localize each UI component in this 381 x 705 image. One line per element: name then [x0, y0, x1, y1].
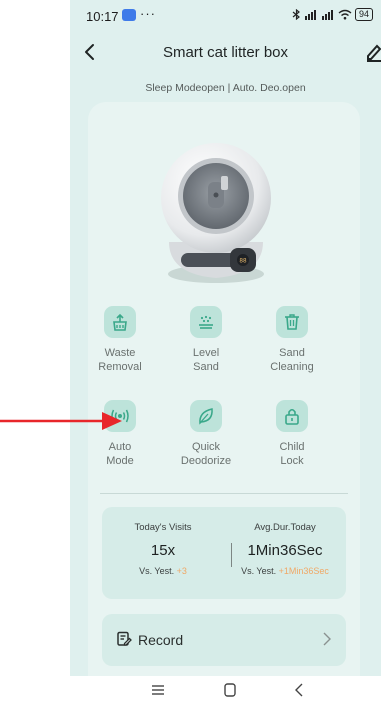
record-icon: [117, 631, 132, 646]
trash-icon: [276, 306, 308, 338]
menu-icon[interactable]: [149, 682, 167, 698]
record-row[interactable]: Record: [102, 614, 346, 666]
battery-indicator: 94: [354, 8, 373, 21]
child-lock-button[interactable]: Child Lock: [247, 400, 337, 468]
avg-duration-compare: Vs. Yest. +1Min36Sec: [241, 566, 329, 576]
section-divider: [100, 493, 348, 494]
page-title: Smart cat litter box: [162, 44, 289, 61]
record-label: Record: [138, 632, 184, 648]
annotation-arrow-icon: [0, 412, 122, 430]
visit-stats-panel: Today's Visits 15x Vs. Yest. +3 Avg.Dur.…: [102, 507, 346, 599]
avg-duration-stat: Avg.Dur.Today 1Min36Sec Vs. Yest. +1Min3…: [224, 507, 346, 576]
edit-icon[interactable]: [365, 40, 381, 62]
svg-text:88: 88: [239, 258, 247, 265]
chevron-right-icon: [323, 632, 331, 646]
waste-removal-icon: [104, 306, 136, 338]
level-sand-button[interactable]: Level Sand: [161, 306, 251, 374]
sand-cleaning-button[interactable]: Sand Cleaning: [247, 306, 337, 374]
avg-duration-value: 1Min36Sec: [247, 542, 323, 559]
bluetooth-icon: [292, 9, 300, 20]
app-bar: Smart cat litter box: [70, 36, 381, 70]
signal-icon: [304, 9, 316, 20]
waste-removal-button[interactable]: Waste Removal: [75, 306, 165, 374]
level-sand-label: Level Sand: [192, 347, 220, 373]
status-more-dots: ···: [140, 6, 156, 21]
litter-box-image: 88: [161, 143, 271, 283]
app-notification-icon: [122, 9, 136, 21]
today-visits-compare: Vs. Yest. +3: [139, 566, 187, 576]
today-visits-delta: +3: [176, 566, 187, 576]
today-visits-stat: Today's Visits 15x Vs. Yest. +3: [102, 507, 224, 576]
waste-removal-label: Waste Removal: [98, 347, 142, 373]
quick-deodorize-button[interactable]: Quick Deodorize: [161, 400, 251, 468]
auto-mode-label: Auto Mode: [106, 441, 134, 467]
signal-icon-2: [321, 9, 333, 20]
nav-back-icon[interactable]: [291, 682, 309, 698]
home-icon[interactable]: [221, 682, 239, 698]
child-lock-label: Child Lock: [279, 441, 305, 467]
lock-icon: [276, 400, 308, 432]
leaf-icon: [190, 400, 222, 432]
status-indicators: 94: [292, 8, 373, 21]
status-time: 10:17: [86, 9, 119, 24]
status-bar: 10:17 ··· 94: [70, 0, 381, 30]
today-visits-value: 15x: [150, 542, 176, 559]
level-sand-icon: [190, 306, 222, 338]
quick-deodorize-label: Quick Deodorize: [180, 441, 232, 467]
system-nav-bar: [70, 676, 381, 705]
avg-duration-label: Avg.Dur.Today: [254, 522, 316, 533]
avg-duration-delta: +1Min36Sec: [278, 566, 329, 576]
wifi-icon: [338, 9, 352, 20]
mode-status-text: Sleep Modeopen | Auto. Deo.open: [145, 82, 306, 94]
phone-screen: 10:17 ··· 94 Smart cat litter box Sleep …: [70, 0, 381, 705]
today-visits-label: Today's Visits: [134, 522, 192, 533]
sand-cleaning-label: Sand Cleaning: [270, 347, 314, 373]
